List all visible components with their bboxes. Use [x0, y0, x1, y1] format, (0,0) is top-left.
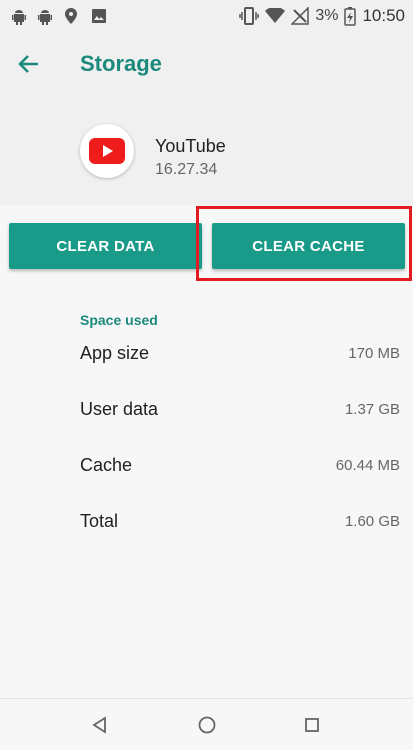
- youtube-icon: [89, 138, 125, 164]
- navigation-bar: [0, 698, 413, 750]
- row-value: 60.44 MB: [335, 456, 400, 474]
- app-name: YouTube: [155, 136, 226, 156]
- app-version: 16.27.34: [155, 161, 218, 178]
- arrow-left-icon: [18, 55, 38, 73]
- no-signal-icon: [291, 7, 310, 25]
- row-value: 1.60 GB: [344, 512, 400, 530]
- highlight-box: [196, 206, 412, 281]
- status-right: 3% 10:50: [233, 6, 405, 26]
- battery-charging-icon: [344, 7, 357, 26]
- storage-row-cache: Cache 60.44 MB: [80, 450, 400, 480]
- nav-home-button[interactable]: [197, 715, 217, 735]
- wifi-icon: [265, 8, 286, 23]
- battery-percent: 3%: [315, 7, 339, 24]
- location-icon: [65, 8, 77, 24]
- home-circle-icon: [198, 716, 216, 734]
- row-value: 1.37 GB: [344, 400, 400, 418]
- image-icon: [92, 9, 106, 23]
- row-label: Cache: [80, 454, 133, 475]
- row-value: 170 MB: [348, 344, 400, 362]
- recents-square-icon: [305, 718, 319, 732]
- app-info-header: Storage YouTube 16.27.34: [0, 33, 413, 205]
- nav-recents-button[interactable]: [302, 715, 322, 735]
- storage-row-app-size: App size 170 MB: [80, 338, 400, 368]
- clock: 10:50: [362, 6, 405, 25]
- status-bar: 3% 10:50: [0, 0, 413, 33]
- vibrate-icon: [239, 7, 260, 25]
- page-title: Storage: [80, 51, 162, 76]
- back-triangle-icon: [92, 716, 106, 734]
- storage-row-user-data: User data 1.37 GB: [80, 394, 400, 424]
- row-label: User data: [80, 398, 159, 419]
- android-robot-icon: [12, 10, 26, 25]
- android-robot-icon: [38, 10, 52, 25]
- row-label: App size: [80, 342, 150, 363]
- clear-data-button[interactable]: CLEAR DATA: [9, 223, 202, 269]
- app-icon: [80, 124, 134, 178]
- space-used-heading: Space used: [80, 312, 158, 328]
- back-button[interactable]: [12, 49, 46, 79]
- storage-row-total: Total 1.60 GB: [80, 506, 400, 536]
- row-label: Total: [80, 510, 119, 531]
- nav-back-button[interactable]: [90, 715, 110, 735]
